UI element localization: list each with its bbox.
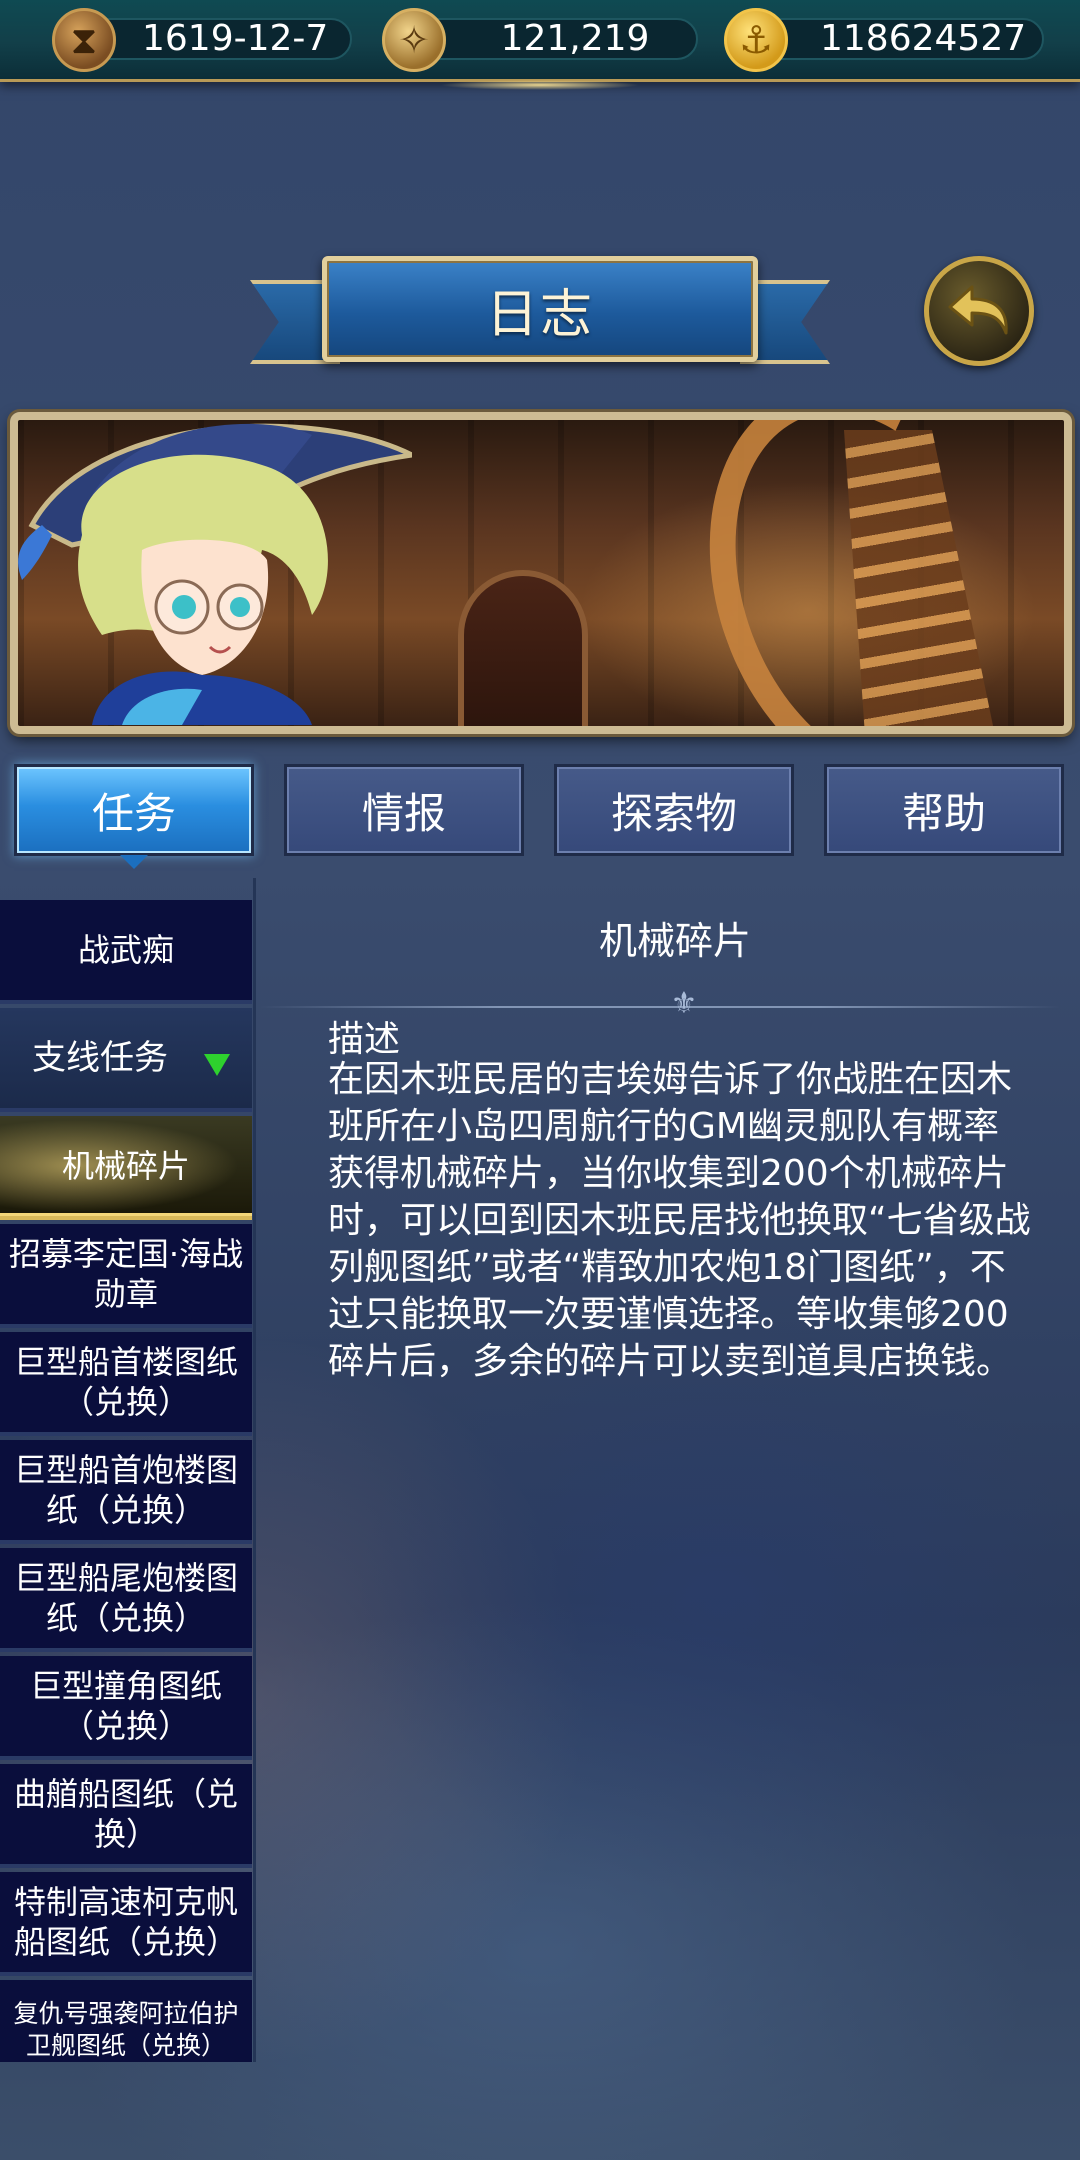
compass-resource: 121,219 ✧: [382, 8, 698, 72]
description-label: 描述: [328, 1019, 401, 1060]
hourglass-icon: ⧗: [52, 8, 116, 72]
tab-help[interactable]: 帮助: [824, 764, 1064, 856]
list-item-label: 巨型船首炮楼图纸（兑换）: [13, 1451, 238, 1529]
list-item[interactable]: 复仇号强袭阿拉伯护卫舰图纸（兑换）: [0, 1980, 252, 2062]
back-arrow-icon: [948, 285, 1008, 335]
arched-door: [458, 570, 588, 726]
list-item[interactable]: 巨型船首楼图纸（兑换）: [0, 1332, 252, 1436]
tab-intel[interactable]: 情报: [284, 764, 524, 856]
quest-title: 机械碎片: [598, 919, 751, 963]
compass-value: 121,219: [412, 18, 698, 60]
list-item[interactable]: 巨型船尾炮楼图纸（兑换）: [0, 1548, 252, 1652]
list-item-label: 复仇号强袭阿拉伯护卫舰图纸（兑换）: [13, 1999, 239, 2060]
list-item-label: 曲艏船图纸（兑换）: [13, 1775, 238, 1853]
page-title: 日志: [485, 284, 594, 345]
compass-icon: ✧: [382, 8, 446, 72]
list-item[interactable]: 特制高速柯克帆船图纸（兑换）: [0, 1872, 252, 1976]
anchor-coin-icon: ⚓: [724, 8, 788, 72]
title-divider: [260, 1006, 1060, 1008]
tab-tasks[interactable]: 任务: [14, 764, 254, 869]
divider-ornament-icon: ⚜: [670, 986, 698, 1021]
category-side-quests[interactable]: 支线任务: [0, 1008, 252, 1112]
page-title-banner: 日志: [322, 256, 758, 362]
list-item[interactable]: 巨型撞角图纸（兑换）: [0, 1656, 252, 1760]
tab-explorations[interactable]: 探索物: [554, 764, 794, 856]
list-item[interactable]: 曲艏船图纸（兑换）: [0, 1764, 252, 1868]
list-item[interactable]: 招募李定国·海战勋章: [0, 1224, 252, 1328]
list-item-label: 招募李定国·海战勋章: [8, 1235, 244, 1313]
list-item-label: 巨型撞角图纸（兑换）: [29, 1667, 222, 1745]
npc-portrait: [18, 423, 412, 725]
expand-triangle-icon: [204, 1054, 230, 1076]
category-label: 支线任务: [32, 1038, 168, 1078]
list-item-selected[interactable]: 机械碎片: [0, 1116, 252, 1220]
quest-list[interactable]: 战武痴 支线任务 机械碎片 招募李定国·海战勋章 巨型船首楼图纸（兑换） 巨型船…: [0, 878, 256, 2062]
gold-resource: 118624527 ⚓: [724, 8, 1044, 72]
list-item-label: 特制高速柯克帆船图纸（兑换）: [13, 1883, 238, 1961]
list-item-label: 战武痴: [77, 931, 174, 969]
list-item[interactable]: 战武痴: [0, 900, 252, 1004]
list-item-label: 巨型船首楼图纸（兑换）: [13, 1343, 238, 1421]
list-item-label: 机械碎片: [61, 1147, 190, 1185]
back-button[interactable]: [924, 256, 1034, 366]
date-value: 1619-12-7: [82, 18, 352, 60]
quest-description: 在因木班民居的吉埃姆告诉了你战胜在因木班所在小岛四周航行的GM幽灵舰队有概率获得…: [328, 1059, 1031, 1382]
gold-value: 118624527: [754, 18, 1044, 60]
date-resource: 1619-12-7 ⧗: [52, 8, 352, 72]
list-item-label: 巨型船尾炮楼图纸（兑换）: [13, 1559, 238, 1637]
list-item[interactable]: 巨型船首炮楼图纸（兑换）: [0, 1440, 252, 1544]
resource-bar: 1619-12-7 ⧗ 121,219 ✧ 118624527 ⚓: [0, 0, 1080, 90]
